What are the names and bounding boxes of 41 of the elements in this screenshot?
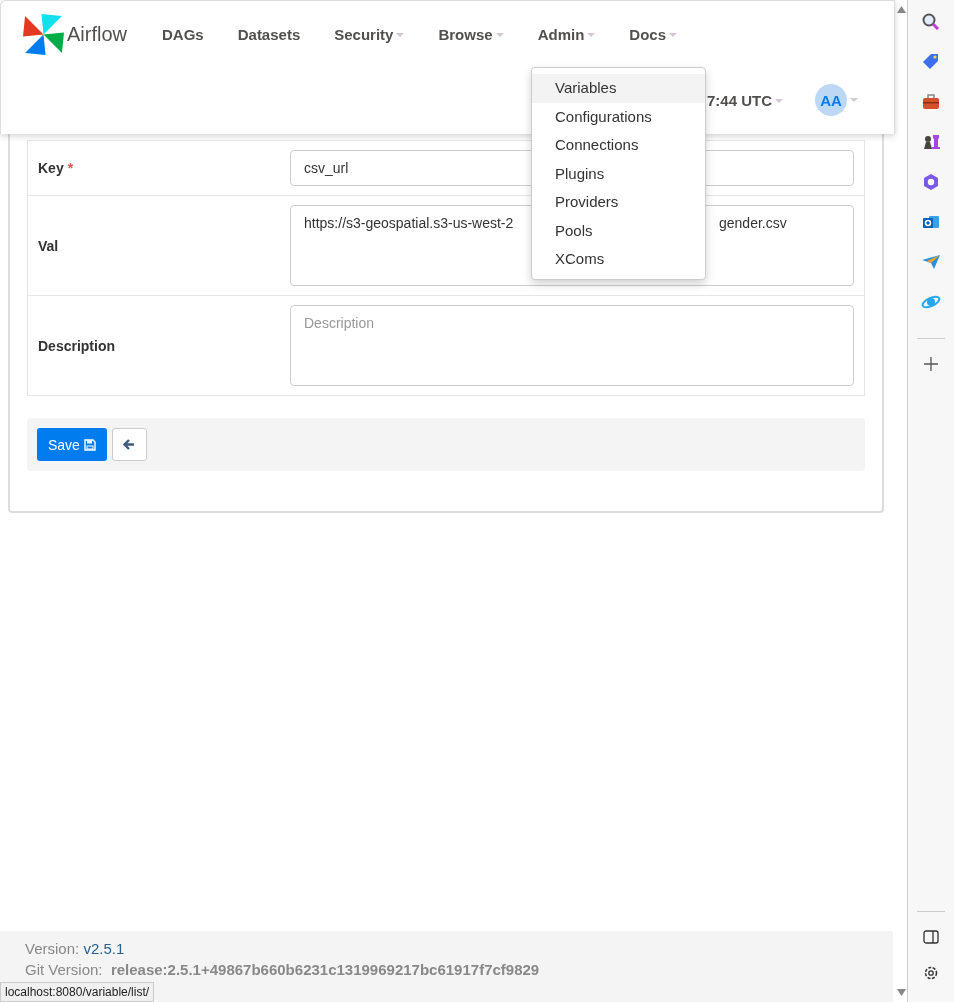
dropdown-menu-item[interactable]: Connections: [532, 131, 705, 160]
nav-menu-item[interactable]: Docs: [612, 25, 694, 43]
nav-menu-item[interactable]: Security: [317, 25, 422, 43]
back-arrow-icon: [123, 439, 136, 450]
settings-icon[interactable]: [922, 964, 940, 982]
dropdown-menu-item[interactable]: XComs: [532, 245, 705, 274]
clock-time[interactable]: 7:44 UTC: [706, 91, 783, 109]
save-button[interactable]: Save: [37, 428, 107, 461]
back-button[interactable]: [111, 428, 147, 461]
git-version-value: release:2.5.1+49867b660b6231c1319969217bc61917f7cf9829: [110, 961, 540, 978]
git-version-label: Git Version:: [25, 961, 103, 978]
side-panel-icon[interactable]: [923, 930, 939, 944]
chess-pieces-icon[interactable]: [921, 132, 941, 152]
search-icon[interactable]: [921, 12, 941, 32]
pinwheel-logo-icon: [23, 13, 64, 55]
dropdown-menu-item[interactable]: Variables: [532, 74, 705, 103]
field-label: Key: [38, 160, 64, 176]
field-label: Description: [38, 337, 115, 354]
dropdown-menu-item[interactable]: Plugins: [532, 159, 705, 188]
toolbox-icon[interactable]: [921, 92, 941, 112]
dropdown-menu-item[interactable]: Pools: [532, 216, 705, 245]
dropdown-menu-item[interactable]: Providers: [532, 188, 705, 217]
tag-icon[interactable]: [921, 52, 941, 72]
status-url-tooltip: localhost:8080/variable/list/: [0, 982, 155, 1002]
version-value: v2.5.1: [83, 940, 125, 957]
caret-icon: [775, 99, 783, 105]
scroll-up-arrow-icon[interactable]: [896, 6, 906, 13]
nav-menu-item[interactable]: Browse: [421, 25, 521, 43]
dropdown-menu-item[interactable]: Configurations: [532, 102, 705, 131]
nav-menu-item[interactable]: DAGs: [145, 25, 221, 43]
brand-name: Airflow: [67, 22, 127, 46]
add-icon[interactable]: [924, 357, 938, 371]
field-label: Val: [38, 237, 59, 254]
version-label: Version:: [25, 940, 80, 957]
ring-logo-icon[interactable]: [921, 172, 941, 192]
caret-icon: [850, 97, 858, 103]
nav-menu-item[interactable]: Datasets: [220, 25, 318, 43]
required-mark: *: [67, 160, 74, 176]
scroll-down-arrow-icon[interactable]: [896, 989, 906, 996]
brand-link[interactable]: Airflow: [23, 13, 127, 55]
nav-menu-item[interactable]: Admin: [520, 25, 613, 43]
